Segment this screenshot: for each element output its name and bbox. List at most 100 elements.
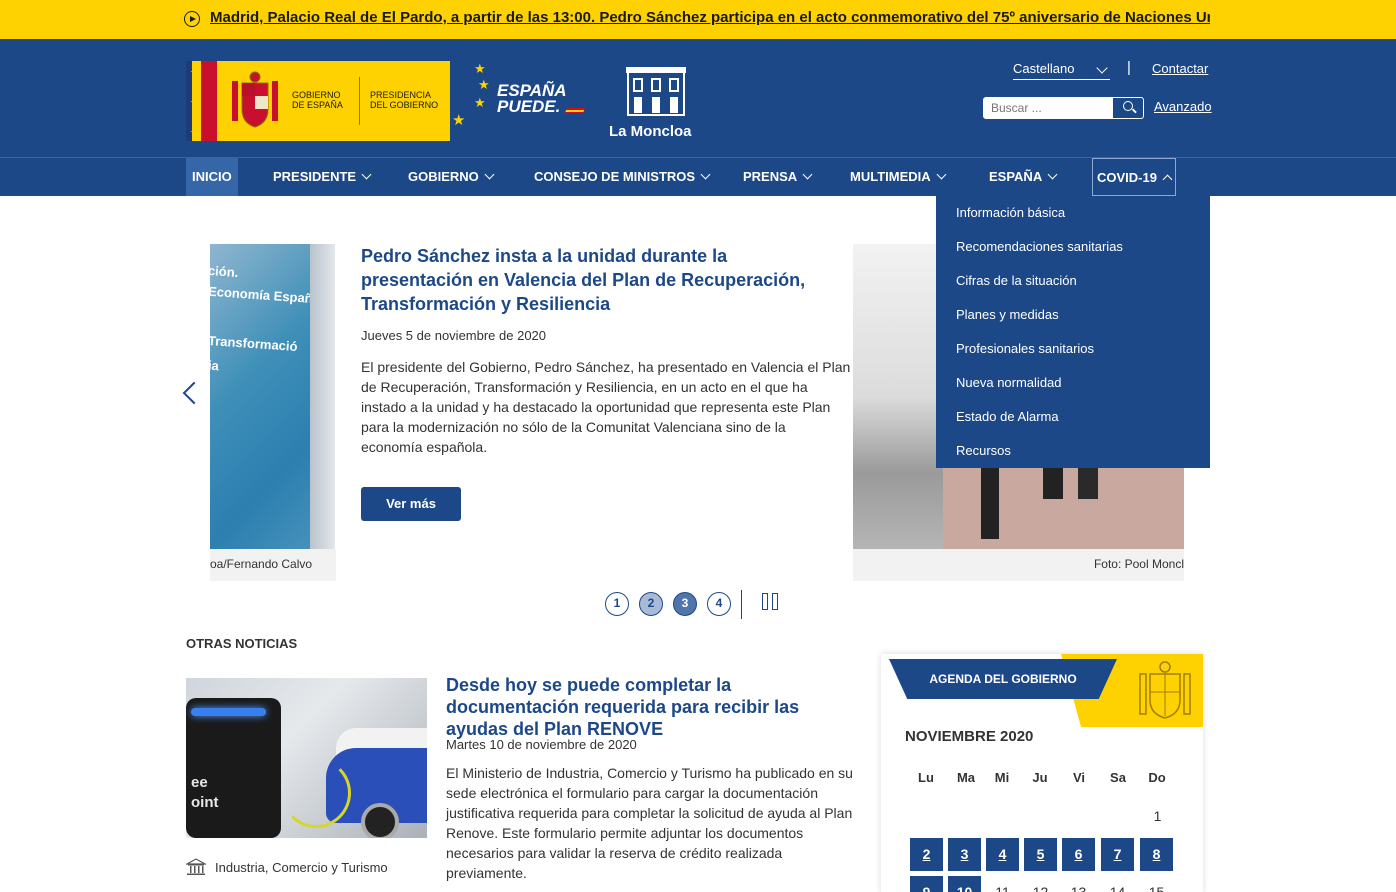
language-value: Castellano: [1013, 61, 1075, 76]
calendar-day: 12: [1032, 884, 1049, 892]
photo-caption: oa/Fernando Calvo: [210, 549, 336, 581]
star-icon: ★: [190, 97, 199, 107]
chevron-down-icon: [361, 169, 372, 180]
gobierno-label: GOBIERNO DE ESPAÑA: [292, 90, 343, 110]
divider: |: [1127, 59, 1131, 76]
calendar-month: NOVIEMBRE 2020: [905, 728, 1034, 745]
news-title[interactable]: Desde hoy se puede completar la document…: [446, 674, 856, 740]
pager-dot-4[interactable]: 4: [707, 592, 731, 616]
calendar-day-link[interactable]: 10: [948, 876, 981, 892]
nav-consejo-de-ministros[interactable]: CONSEJO DE MINISTROS: [534, 158, 711, 196]
calendar-day-link[interactable]: 6: [1062, 838, 1095, 871]
slide-summary: El presidente del Gobierno, Pedro Sánche…: [361, 359, 851, 455]
calendar-day-link[interactable]: 7: [1101, 838, 1134, 871]
moncloa-label[interactable]: La Moncloa: [609, 123, 692, 140]
svg-text:★: ★: [478, 77, 490, 92]
language-select[interactable]: Castellano: [1013, 61, 1110, 80]
nav-espana[interactable]: ESPAÑA: [989, 158, 1058, 196]
ministry-label: Industria, Comercio y Turismo: [215, 860, 388, 875]
weekday-label: Ma: [956, 770, 976, 785]
pager-dot-3[interactable]: 3: [673, 592, 697, 616]
slide-title[interactable]: Pedro Sánchez insta a la unidad durante …: [361, 244, 841, 316]
nav-covid-19[interactable]: COVID-19: [1092, 158, 1176, 196]
weekday-label: Lu: [918, 770, 934, 785]
svg-text:★: ★: [474, 95, 486, 110]
advanced-search-link[interactable]: Avanzado: [1154, 99, 1212, 114]
news-date: Martes 10 de noviembre de 2020: [446, 737, 637, 752]
chevron-up-icon: [1162, 174, 1173, 185]
chevron-down-icon: [1047, 169, 1058, 180]
spain-flag-icon: [564, 108, 586, 113]
news-ticker: Madrid, Palacio Real de El Pardo, a part…: [0, 0, 1396, 39]
coat-of-arms-icon: [1139, 661, 1191, 719]
government-logo[interactable]: ★ ★ ★ GOBIERNO DE ESPAÑA PRESIDENCIA DEL G…: [186, 61, 450, 141]
section-title: OTRAS NOTICIAS: [186, 636, 298, 651]
carousel-prev-icon[interactable]: [182, 381, 206, 405]
calendar-day: 1: [1153, 808, 1162, 824]
menu-item-cifras[interactable]: Cifras de la situación: [956, 273, 1077, 288]
read-more-button[interactable]: Ver más: [361, 487, 461, 521]
menu-item-nueva-normalidad[interactable]: Nueva normalidad: [956, 375, 1062, 390]
calendar-day-link[interactable]: 8: [1140, 838, 1173, 871]
chevron-down-icon: [936, 169, 947, 180]
ministry-building-icon: [186, 858, 206, 875]
site-header: ★ ★ ★ GOBIERNO DE ESPAÑA PRESIDENCIA DEL G…: [0, 39, 1396, 157]
eu-flag-strip: [201, 61, 217, 141]
chevron-down-icon: [700, 169, 711, 180]
nav-multimedia[interactable]: MULTIMEDIA: [850, 158, 947, 196]
menu-item-estado-alarma[interactable]: Estado de Alarma: [956, 409, 1059, 424]
calendar-day-link[interactable]: 2: [910, 838, 943, 871]
ticker-link[interactable]: Madrid, Palacio Real de El Pardo, a part…: [210, 9, 1210, 26]
chevron-down-icon: [1096, 62, 1108, 74]
calendar-day-link[interactable]: 3: [948, 838, 981, 871]
play-icon[interactable]: [184, 11, 200, 27]
menu-item-planes[interactable]: Planes y medidas: [956, 307, 1059, 322]
calendar-day-link[interactable]: 5: [1024, 838, 1057, 871]
calendar-day-link[interactable]: 9: [910, 876, 943, 892]
nav-presidente[interactable]: PRESIDENTE: [273, 158, 372, 196]
calendar-day: 15: [1148, 884, 1165, 892]
calendar-day: 14: [1109, 884, 1126, 892]
calendar-day-link[interactable]: 4: [986, 838, 1019, 871]
star-icon: ★: [190, 127, 199, 137]
search-input[interactable]: [983, 97, 1112, 119]
nav-prensa[interactable]: PRENSA: [743, 158, 813, 196]
weekday-label: Vi: [1072, 770, 1086, 785]
coat-of-arms-icon: [232, 71, 278, 128]
menu-item-profesionales[interactable]: Profesionales sanitarios: [956, 341, 1094, 356]
presidencia-label: PRESIDENCIA DEL GOBIERNO: [370, 90, 439, 110]
calendar-day: 11: [995, 884, 1010, 892]
moncloa-building-icon[interactable]: [624, 65, 688, 117]
carousel-image-previous[interactable]: ción. Economía Española Transformació ia: [210, 244, 335, 549]
pager-dot-2[interactable]: 2: [639, 592, 663, 616]
star-icon: ★: [190, 67, 199, 77]
nav-gobierno[interactable]: GOBIERNO: [408, 158, 495, 196]
pager-dot-1[interactable]: 1: [605, 592, 629, 616]
agenda-title: AGENDA DEL GOBIERNO: [929, 672, 1077, 686]
agenda-widget: AGENDA DEL GOBIERNO NOVIEMBRE 2020 Lu Ma…: [881, 654, 1203, 892]
menu-item-recursos[interactable]: Recursos: [956, 443, 1011, 458]
svg-text:★: ★: [474, 61, 486, 76]
photo-caption: Foto: Pool Moncl: [853, 549, 1184, 581]
calendar-day: 13: [1070, 884, 1087, 892]
svg-text:★: ★: [452, 112, 465, 129]
search-button[interactable]: [1112, 97, 1144, 119]
chevron-down-icon: [484, 169, 495, 180]
espana-puede-logo[interactable]: ESPAÑA PUEDE.: [497, 82, 567, 115]
menu-item-recomendaciones[interactable]: Recomendaciones sanitarias: [956, 239, 1123, 254]
weekday-label: Sa: [1110, 770, 1126, 785]
weekday-label: Mi: [994, 770, 1010, 785]
menu-item-informacion-basica[interactable]: Información básica: [956, 205, 1065, 220]
eu-stars-icon: ★ ★ ★ ★: [452, 61, 490, 129]
news-summary: El Ministerio de Industria, Comercio y T…: [446, 765, 853, 881]
agenda-banner[interactable]: AGENDA DEL GOBIERNO: [889, 659, 1117, 699]
slide-date: Jueves 5 de noviembre de 2020: [361, 328, 547, 343]
weekday-label: Do: [1148, 770, 1166, 785]
main-nav: INICIO PRESIDENTE GOBIERNO CONSEJO DE MI…: [0, 157, 1396, 196]
chevron-down-icon: [802, 169, 813, 180]
pause-icon[interactable]: [762, 593, 780, 611]
contact-link[interactable]: Contactar: [1152, 61, 1208, 76]
news-image[interactable]: ee oint: [186, 678, 427, 838]
nav-inicio[interactable]: INICIO: [186, 158, 238, 196]
weekday-label: Ju: [1032, 770, 1048, 785]
